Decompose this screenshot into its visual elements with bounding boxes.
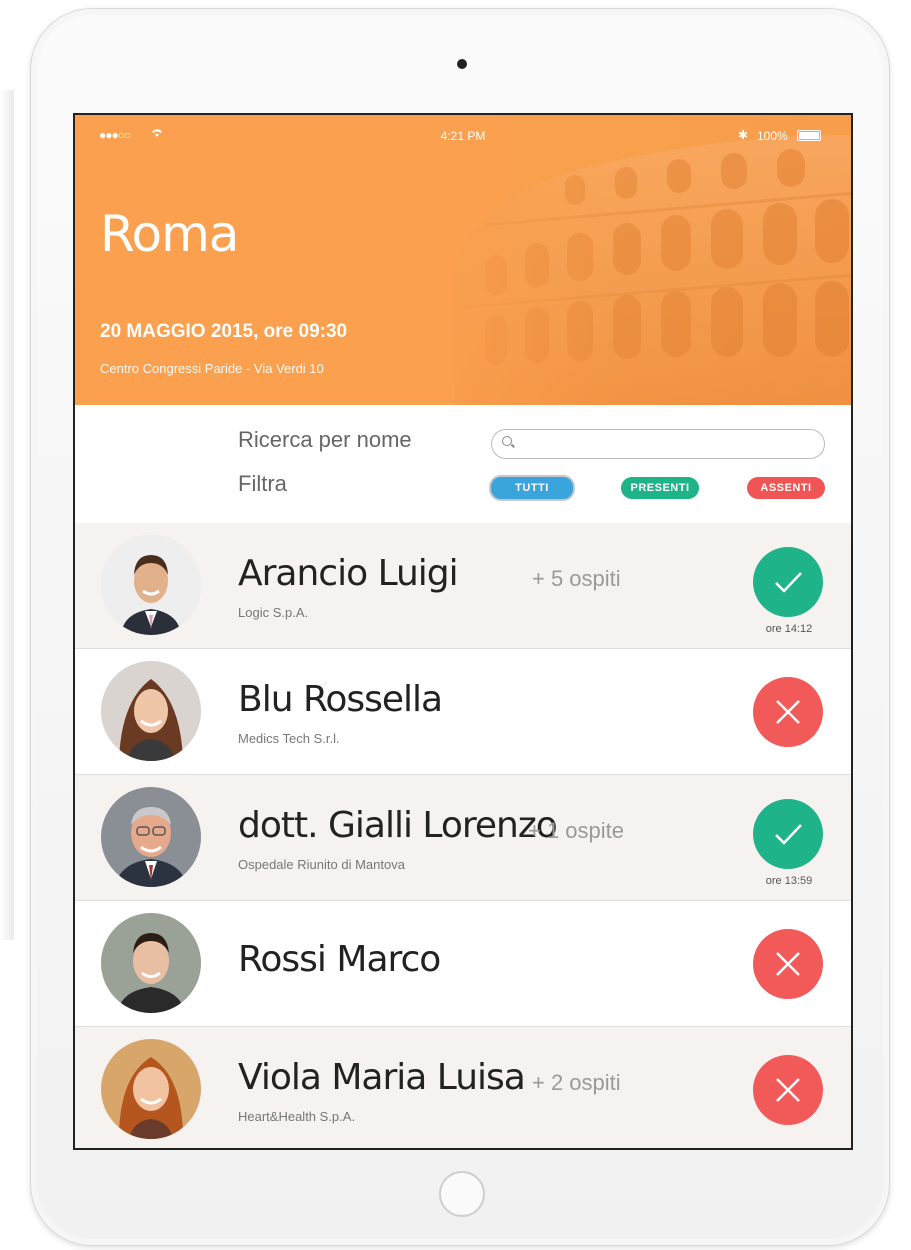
attendee-guests: + 5 ospiti <box>532 566 621 591</box>
checkin-button[interactable] <box>753 1055 823 1125</box>
close-icon <box>776 1078 800 1102</box>
attendee-name: Blu Rossella <box>238 679 443 720</box>
attendee-name: Viola Maria Luisa <box>238 1057 526 1098</box>
filter-present-button[interactable]: PRESENTI <box>621 477 699 499</box>
checkin-button[interactable] <box>753 547 823 617</box>
attendee-company: Logic S.p.A. <box>238 605 309 620</box>
filter-absent-button[interactable]: ASSENTI <box>747 477 825 499</box>
avatar <box>101 661 201 761</box>
attendee-name: dott. Gialli Lorenzo <box>238 805 558 846</box>
attendee-name: Rossi Marco <box>238 939 441 980</box>
status-time: 4:21 PM <box>440 129 486 143</box>
event-venue: Centro Congressi Paride - Via Verdi 10 <box>100 361 324 376</box>
app-screen: ●●●○○ 4:21 PM ✱ 100% Roma 20 MAGGIO 2015… <box>73 113 853 1150</box>
attendee-company: Ospedale Riunito di Mantova <box>238 857 405 872</box>
close-icon <box>776 952 800 976</box>
checkin-time: ore 13:59 <box>765 875 813 887</box>
checkin-button[interactable] <box>753 677 823 747</box>
search-input[interactable] <box>491 429 825 459</box>
event-datetime: 20 MAGGIO 2015, ore 09:30 <box>100 321 348 342</box>
search-icon <box>502 436 512 446</box>
battery-icon <box>797 130 821 141</box>
bluetooth-icon: ✱ <box>738 128 749 142</box>
attendee-guests: + 2 ospiti <box>532 1070 621 1095</box>
attendee-company: Heart&Health S.p.A. <box>238 1109 356 1124</box>
list-item[interactable]: Rossi Marco <box>75 901 851 1027</box>
list-item[interactable]: dott. Gialli Lorenzo Ospedale Riunito di… <box>75 775 851 901</box>
avatar <box>101 913 201 1013</box>
filter-all-button[interactable]: TUTTI <box>489 475 575 501</box>
device-shadow <box>0 90 14 940</box>
battery-percent: 100% <box>757 129 788 143</box>
search-label: Ricerca per nome <box>238 427 412 452</box>
attendee-company: Medics Tech S.r.l. <box>238 731 340 746</box>
status-bar: ●●●○○ 4:21 PM ✱ 100% <box>75 127 851 147</box>
avatar <box>101 535 201 635</box>
check-icon <box>775 824 802 845</box>
checkin-button[interactable] <box>753 799 823 869</box>
camera-icon <box>457 59 467 69</box>
list-item[interactable]: Viola Maria Luisa Heart&Health S.p.A. + … <box>75 1027 851 1148</box>
home-button[interactable] <box>439 1171 485 1217</box>
search-filter-panel: Ricerca per nome Filtra TUTTI PRESENTI A… <box>75 405 851 524</box>
checkin-button[interactable] <box>753 929 823 999</box>
attendee-name: Arancio Luigi <box>238 553 459 594</box>
list-item[interactable]: Arancio Luigi Logic S.p.A. + 5 ospiti or… <box>75 523 851 649</box>
close-icon <box>776 700 800 724</box>
list-item[interactable]: Blu Rossella Medics Tech S.r.l. <box>75 649 851 775</box>
avatar <box>101 787 201 887</box>
event-header: ●●●○○ 4:21 PM ✱ 100% Roma 20 MAGGIO 2015… <box>75 115 851 405</box>
event-city: Roma <box>100 205 239 263</box>
filter-label: Filtra <box>238 471 287 496</box>
checkin-time: ore 14:12 <box>765 623 813 635</box>
avatar <box>101 1039 201 1139</box>
attendee-guests: + 1 ospite <box>528 818 625 843</box>
check-icon <box>775 572 802 593</box>
